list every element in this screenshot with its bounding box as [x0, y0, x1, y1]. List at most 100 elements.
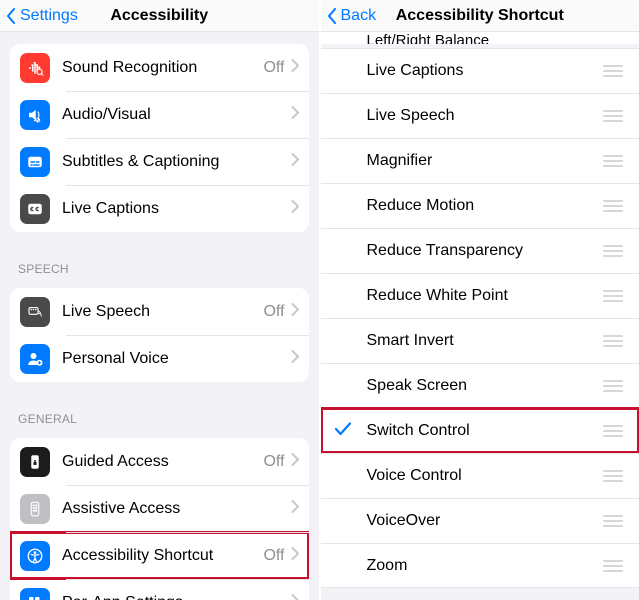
- drag-handle-icon[interactable]: [603, 245, 623, 257]
- list-item-label: Zoom: [367, 557, 604, 575]
- shortcut-item-switch-control[interactable]: Switch Control: [321, 408, 639, 453]
- per-app-settings-icon: [20, 588, 50, 600]
- drag-handle-icon[interactable]: [603, 110, 623, 122]
- settings-row-subtitles-captioning[interactable]: Subtitles & Captioning: [10, 138, 309, 185]
- settings-group: Live SpeechOff Personal Voice: [10, 288, 309, 382]
- screenshot-container: Settings Accessibility Sound Recognition…: [0, 0, 639, 600]
- drag-handle-icon[interactable]: [603, 560, 623, 572]
- shortcut-item-reduce-transparency[interactable]: Reduce Transparency: [321, 228, 639, 273]
- row-value: Off: [263, 59, 284, 77]
- audio-visual-icon: [20, 100, 50, 130]
- row-label: Per-App Settings: [62, 594, 291, 600]
- shortcut-item-speak-screen[interactable]: Speak Screen: [321, 363, 639, 408]
- settings-row-assistive-access[interactable]: Assistive Access: [10, 485, 309, 532]
- sound-recognition-icon: [20, 53, 50, 83]
- section-header: SPEECH: [0, 248, 319, 282]
- shortcut-item-live-speech[interactable]: Live Speech: [321, 93, 639, 138]
- settings-row-live-speech[interactable]: Live SpeechOff: [10, 288, 309, 335]
- settings-row-audio-visual[interactable]: Audio/Visual: [10, 91, 309, 138]
- settings-row-sound-recognition[interactable]: Sound RecognitionOff: [10, 44, 309, 91]
- accessibility-shortcut-icon: [20, 541, 50, 571]
- row-value: Off: [263, 547, 284, 565]
- shortcut-item-reduce-motion[interactable]: Reduce Motion: [321, 183, 639, 228]
- chevron-left-icon: [327, 8, 337, 24]
- chevron-right-icon: [291, 303, 299, 321]
- chevron-right-icon: [291, 594, 299, 600]
- drag-handle-icon[interactable]: [603, 380, 623, 392]
- navbar-right: Back Accessibility Shortcut: [321, 0, 639, 32]
- row-label: Personal Voice: [62, 350, 291, 368]
- drag-handle-icon[interactable]: [603, 515, 623, 527]
- shortcut-item-magnifier[interactable]: Magnifier: [321, 138, 639, 183]
- list-item-label: Magnifier: [367, 152, 604, 170]
- shortcut-item-smart-invert[interactable]: Smart Invert: [321, 318, 639, 363]
- shortcut-pane: Back Accessibility Shortcut Left/Right B…: [321, 0, 639, 600]
- checkmark-icon: [335, 422, 351, 441]
- row-label: Subtitles & Captioning: [62, 153, 291, 171]
- section-header: GENERAL: [0, 398, 319, 432]
- settings-row-accessibility-shortcut[interactable]: Accessibility ShortcutOff: [10, 532, 309, 579]
- drag-handle-icon[interactable]: [603, 335, 623, 347]
- chevron-right-icon: [291, 547, 299, 565]
- shortcut-item-reduce-white-point[interactable]: Reduce White Point: [321, 273, 639, 318]
- chevron-right-icon: [291, 453, 299, 471]
- shortcut-item-voice-control[interactable]: Voice Control: [321, 453, 639, 498]
- row-label: Accessibility Shortcut: [62, 547, 263, 565]
- chevron-left-icon: [6, 8, 16, 24]
- list-item-label: Voice Control: [367, 467, 604, 485]
- settings-row-per-app-settings[interactable]: Per-App Settings: [10, 579, 309, 600]
- drag-handle-icon[interactable]: [603, 290, 623, 302]
- list-item-label: Speak Screen: [367, 377, 604, 395]
- shortcut-item-voiceover[interactable]: VoiceOver: [321, 498, 639, 543]
- chevron-right-icon: [291, 59, 299, 77]
- navbar-left: Settings Accessibility: [0, 0, 319, 32]
- list-item-label: Smart Invert: [367, 332, 604, 350]
- truncated-top-row: Left/Right Balance: [321, 32, 639, 44]
- left-scroll[interactable]: Sound RecognitionOffAudio/VisualSubtitle…: [0, 32, 319, 600]
- row-value: Off: [263, 303, 284, 321]
- list-item-label: Live Speech: [367, 107, 604, 125]
- list-item-label: VoiceOver: [367, 512, 604, 530]
- live-speech-icon: [20, 297, 50, 327]
- row-label: Audio/Visual: [62, 106, 291, 124]
- drag-handle-icon[interactable]: [603, 200, 623, 212]
- chevron-right-icon: [291, 200, 299, 218]
- settings-group: Guided AccessOffAssistive AccessAccessib…: [10, 438, 309, 600]
- drag-handle-icon[interactable]: [603, 155, 623, 167]
- settings-row-guided-access[interactable]: Guided AccessOff: [10, 438, 309, 485]
- back-button[interactable]: Back: [327, 7, 377, 25]
- row-label: Live Captions: [62, 200, 291, 218]
- shortcut-list: Live Captions Live Speech Magnifier Reduce …: [321, 48, 639, 588]
- list-item-label: Live Captions: [367, 62, 604, 80]
- list-item-label: Reduce Motion: [367, 197, 604, 215]
- live-captions-icon: [20, 194, 50, 224]
- list-item-label: Switch Control: [367, 422, 604, 440]
- accessibility-pane: Settings Accessibility Sound Recognition…: [0, 0, 321, 600]
- back-button-settings[interactable]: Settings: [6, 7, 78, 25]
- back-label: Back: [341, 7, 377, 25]
- settings-row-personal-voice[interactable]: Personal Voice: [10, 335, 309, 382]
- row-label: Assistive Access: [62, 500, 291, 518]
- subtitles-icon: [20, 147, 50, 177]
- row-value: Off: [263, 453, 284, 471]
- list-item-label: Reduce White Point: [367, 287, 604, 305]
- shortcut-item-zoom[interactable]: Zoom: [321, 543, 639, 588]
- drag-handle-icon[interactable]: [603, 65, 623, 77]
- chevron-right-icon: [291, 500, 299, 518]
- chevron-right-icon: [291, 350, 299, 368]
- drag-handle-icon[interactable]: [603, 470, 623, 482]
- chevron-right-icon: [291, 106, 299, 124]
- row-label: Sound Recognition: [62, 59, 263, 77]
- list-item-label: Reduce Transparency: [367, 242, 604, 260]
- assistive-access-icon: [20, 494, 50, 524]
- row-label: Live Speech: [62, 303, 263, 321]
- settings-row-live-captions[interactable]: Live Captions: [10, 185, 309, 232]
- guided-access-icon: [20, 447, 50, 477]
- chevron-right-icon: [291, 153, 299, 171]
- drag-handle-icon[interactable]: [603, 425, 623, 437]
- right-scroll[interactable]: Left/Right Balance Live Captions Live Spe…: [321, 32, 639, 600]
- row-label: Guided Access: [62, 453, 263, 471]
- back-label: Settings: [20, 7, 78, 25]
- settings-group: Sound RecognitionOff Audio/Visual Subtitle…: [10, 44, 309, 232]
- shortcut-item-live-captions[interactable]: Live Captions: [321, 48, 639, 93]
